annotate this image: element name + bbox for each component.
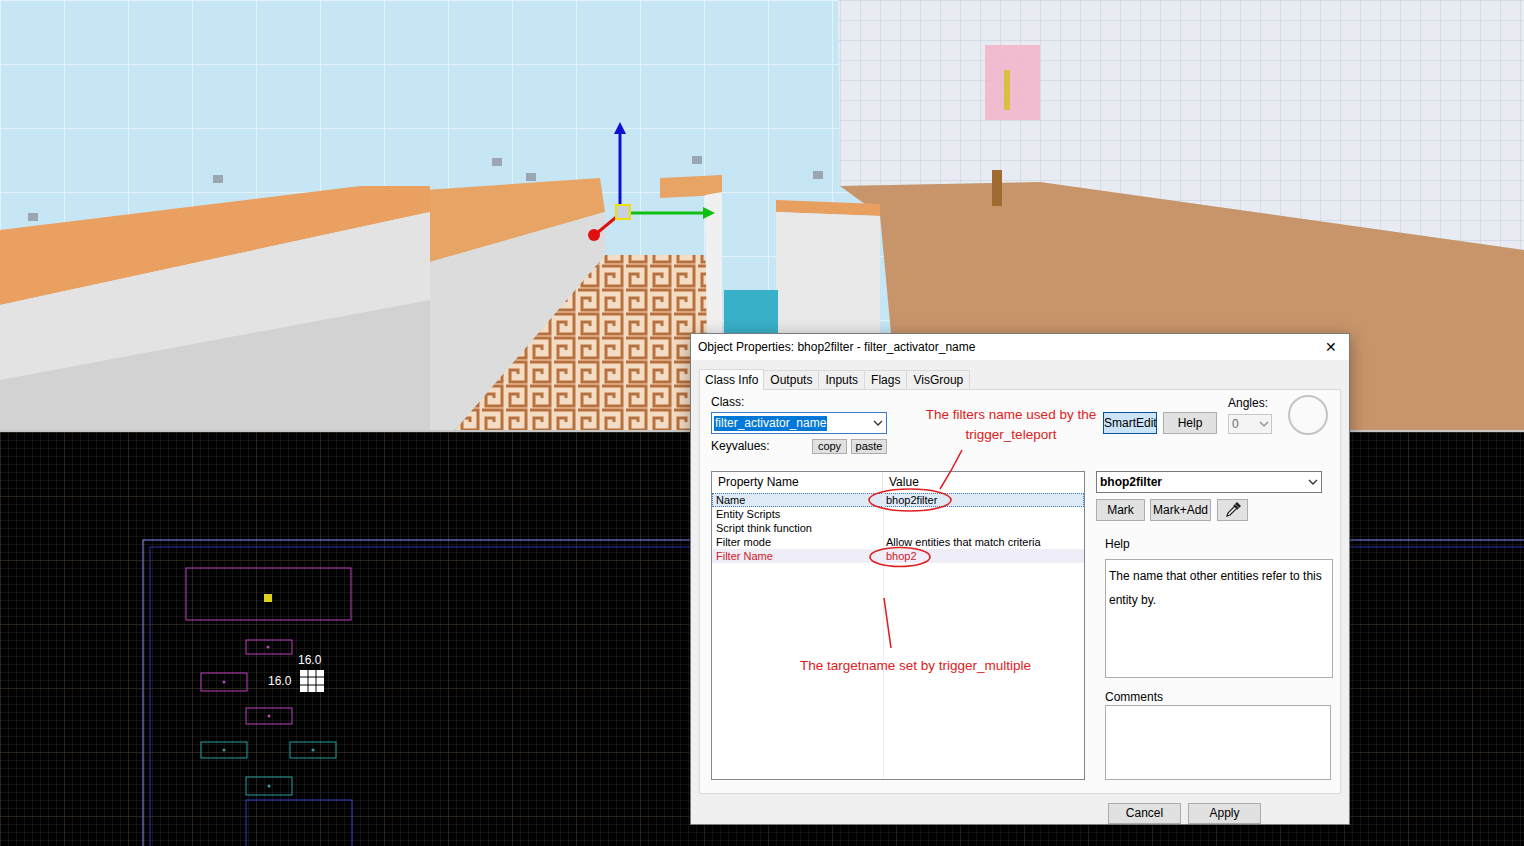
tab[interactable]: Inputs [818,370,865,389]
keyvalues-table: Property NameValue Namebhop2filterEntity… [711,471,1085,780]
table-header: Property NameValue [712,472,1084,493]
class-value: filter_activator_name [714,416,827,431]
table-row[interactable]: Script think function [712,521,1084,535]
smartedit-button[interactable]: SmartEdit [1103,412,1157,434]
angles-dropdown[interactable]: 0 [1228,414,1272,434]
table-row[interactable]: Filter modeAllow entities that match cri… [712,535,1084,549]
help-label: Help [1105,537,1333,551]
property-value[interactable]: Allow entities that match criteria [883,535,1084,549]
mark-button[interactable]: Mark [1096,499,1145,521]
keyvalues-label: Keyvalues: [711,437,812,455]
tab[interactable]: Class Info [699,369,764,390]
footer-button[interactable]: Apply [1188,803,1261,824]
column-header[interactable]: Property Name [712,472,883,494]
tab-panel: Class: filter_activator_name Keyvalues: … [699,389,1341,794]
entity-dropdown[interactable]: bhop2filter [1096,471,1322,493]
chevron-down-icon [1257,419,1271,429]
comments-box[interactable] [1105,705,1331,780]
footer-button[interactable]: Cancel [1108,803,1181,824]
tab[interactable]: VisGroup [906,370,970,389]
annotation-marks [0,0,1524,846]
dimension-label: 16.0 [298,653,321,667]
eyedropper-button[interactable] [1217,499,1248,521]
help-text: The name that other entities refer to th… [1109,569,1322,607]
close-button[interactable]: ✕ [1313,334,1349,360]
mark-button[interactable]: Mark+Add [1150,499,1211,521]
property-name: Filter Name [712,549,883,563]
annotation-note: The filters name used by the trigger_tel… [920,405,1102,445]
dimension-label: 16.0 [268,674,291,688]
object-properties-dialog: Object Properties: bhop2filter - filter_… [690,333,1350,825]
annotation-note: The targetname set by trigger_multiple [800,657,1031,675]
tab[interactable]: Outputs [763,370,819,389]
help-button[interactable]: Help [1163,412,1217,434]
table-row[interactable]: Filter Namebhop2 [712,549,1084,563]
tab-strip: Class InfoOutputsInputsFlagsVisGroup [699,368,1341,389]
angles-value: 0 [1232,415,1257,433]
chevron-down-icon [870,418,886,428]
help-box: The name that other entities refer to th… [1105,559,1333,678]
property-name: Name [712,493,883,507]
entity-name: bhop2filter [1100,473,1305,491]
angle-dial[interactable] [1288,395,1328,435]
table-row[interactable]: Entity Scripts [712,507,1084,521]
property-name: Script think function [712,521,883,535]
class-label: Class: [711,395,1096,409]
paste-button[interactable]: paste [851,439,887,454]
comments-label: Comments [1105,690,1333,704]
property-name: Entity Scripts [712,507,883,521]
column-header[interactable]: Value [883,472,1084,494]
dialog-title: Object Properties: bhop2filter - filter_… [691,338,1313,356]
property-value[interactable]: bhop2filter [883,493,1084,507]
property-name: Filter mode [712,535,883,549]
copy-button[interactable]: copy [812,439,847,454]
class-dropdown[interactable]: filter_activator_name [711,412,887,434]
chevron-down-icon [1305,477,1321,487]
title-bar[interactable]: Object Properties: bhop2filter - filter_… [691,334,1349,360]
eyedropper-icon [1224,501,1242,519]
tab[interactable]: Flags [864,370,907,389]
table-row[interactable]: Namebhop2filter [712,493,1084,507]
property-value[interactable]: bhop2 [883,549,1084,563]
angles-label: Angles: [1228,396,1272,410]
